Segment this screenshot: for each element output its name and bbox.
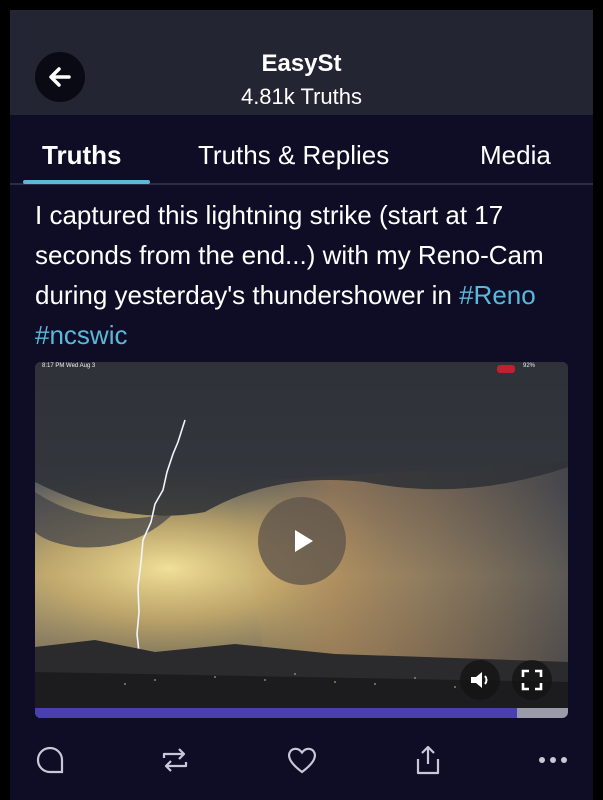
truth-count: 4.81k Truths xyxy=(240,84,363,109)
reply-button[interactable] xyxy=(30,740,70,780)
app-frame: EasySt 4.81k Truths Truths Truths & Repl… xyxy=(10,10,593,800)
video-progress-fill xyxy=(35,708,518,718)
hashtag-ncswic[interactable]: #ncswic xyxy=(35,320,127,350)
share-button[interactable] xyxy=(408,740,448,780)
video-player[interactable]: 8:17 PM Wed Aug 3 92% xyxy=(35,362,568,718)
video-status-bar: 8:17 PM Wed Aug 3 92% xyxy=(35,362,568,376)
more-button[interactable] xyxy=(533,740,573,780)
speaker-icon xyxy=(471,672,488,688)
tab-media[interactable]: Media xyxy=(480,140,551,171)
play-icon xyxy=(295,530,313,552)
play-button[interactable] xyxy=(258,497,346,585)
post-actions xyxy=(10,740,593,780)
recording-indicator xyxy=(497,365,515,373)
video-status-battery: 92% xyxy=(523,363,536,369)
share-icon xyxy=(416,745,440,775)
video-status-time: 8:17 PM Wed Aug 3 xyxy=(42,363,96,369)
retruth-icon xyxy=(162,748,188,772)
volume-button[interactable] xyxy=(460,660,500,700)
reply-icon xyxy=(36,746,64,774)
retruth-button[interactable] xyxy=(155,740,195,780)
tab-truths[interactable]: Truths xyxy=(42,140,121,171)
like-button[interactable] xyxy=(282,740,322,780)
post-text: I captured this lightning strike (start … xyxy=(35,195,575,355)
heart-icon xyxy=(288,747,316,774)
video-progress-bar[interactable] xyxy=(35,708,568,718)
more-icon xyxy=(539,757,567,763)
profile-name: EasySt xyxy=(261,50,342,77)
hashtag-reno[interactable]: #Reno xyxy=(459,280,536,310)
tab-truths-replies[interactable]: Truths & Replies xyxy=(198,140,389,171)
profile-tabs: Truths Truths & Replies Media xyxy=(10,115,593,185)
fullscreen-icon xyxy=(521,669,543,691)
active-tab-indicator xyxy=(23,180,150,184)
profile-header: EasySt 4.81k Truths xyxy=(10,10,593,115)
fullscreen-button[interactable] xyxy=(512,660,552,700)
